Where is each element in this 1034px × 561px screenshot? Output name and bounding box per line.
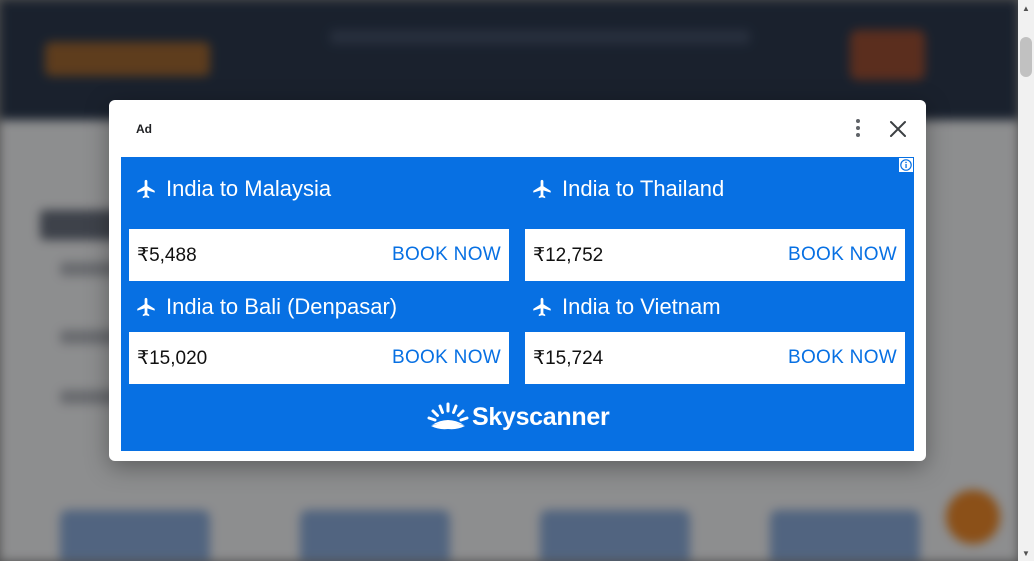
kebab-menu-icon[interactable] <box>850 116 866 140</box>
route-title: India to Thailand <box>562 176 725 201</box>
route-title: India to Bali (Denpasar) <box>166 294 398 319</box>
price-row[interactable]: ₹12,752 BOOK NOW <box>525 229 905 281</box>
plane-icon <box>533 179 551 199</box>
ad-label: Ad <box>136 122 152 136</box>
route-title: India to Malaysia <box>166 176 332 201</box>
price-row[interactable]: ₹15,020 BOOK NOW <box>129 332 509 384</box>
plane-icon <box>533 297 551 317</box>
route-price: ₹15,724 <box>533 347 604 369</box>
scrollbar-thumb[interactable] <box>1020 37 1032 77</box>
scroll-down-icon[interactable]: ▼ <box>1018 545 1034 561</box>
price-row[interactable]: ₹5,488 BOOK NOW <box>129 229 509 281</box>
route-price: ₹12,752 <box>533 244 604 266</box>
close-icon[interactable] <box>885 116 911 142</box>
info-icon[interactable] <box>898 157 914 173</box>
book-now-button[interactable]: BOOK NOW <box>392 347 501 369</box>
book-now-button[interactable]: BOOK NOW <box>788 347 897 369</box>
route-card-vietnam[interactable]: India to Vietnam ₹15,724 BOOK NOW <box>525 290 905 384</box>
route-card-bali[interactable]: India to Bali (Denpasar) ₹15,020 BOOK NO… <box>129 290 509 384</box>
plane-icon <box>137 179 155 199</box>
scroll-up-icon[interactable]: ▲ <box>1018 0 1034 16</box>
route-card-malaysia[interactable]: India to Malaysia ₹5,488 BOOK NOW <box>129 172 509 281</box>
page-scrollbar[interactable]: ▲ ▼ <box>1018 0 1034 561</box>
skyscanner-sunrise-icon <box>427 402 469 430</box>
route-price: ₹5,488 <box>137 244 197 266</box>
skyscanner-logo[interactable]: Skyscanner <box>427 401 610 433</box>
route-card-thailand[interactable]: India to Thailand ₹12,752 BOOK NOW <box>525 172 905 281</box>
book-now-button[interactable]: BOOK NOW <box>788 244 897 266</box>
price-row[interactable]: ₹15,724 BOOK NOW <box>525 332 905 384</box>
route-price: ₹15,020 <box>137 347 208 369</box>
book-now-button[interactable]: BOOK NOW <box>392 244 501 266</box>
plane-icon <box>137 297 155 317</box>
ad-modal: Ad India to Malaysia ₹5,488 BOOK NOW Ind… <box>109 100 926 461</box>
brand-name: Skyscanner <box>472 402 610 431</box>
ad-creative[interactable]: India to Malaysia ₹5,488 BOOK NOW India … <box>121 157 914 451</box>
route-title: India to Vietnam <box>562 294 721 319</box>
